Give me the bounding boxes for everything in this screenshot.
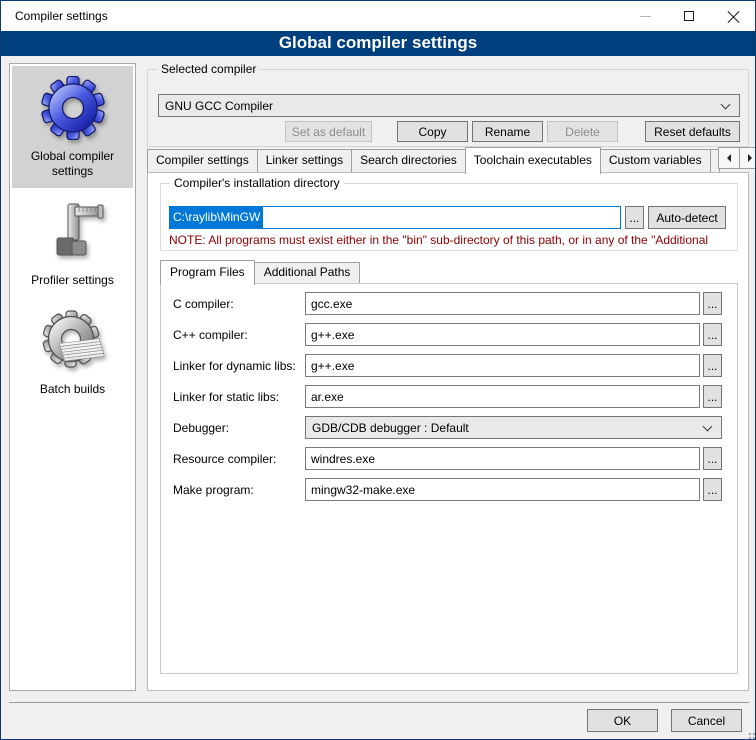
cpp-compiler-input[interactable] xyxy=(305,323,700,346)
field-row-c-compiler: C compiler: ... xyxy=(173,292,722,315)
linker-dynamic-input[interactable] xyxy=(305,354,700,377)
compiler-select-value: GNU GCC Compiler xyxy=(159,99,722,113)
field-label: Debugger: xyxy=(173,421,305,435)
sidebar-item-label: Batch builds xyxy=(40,382,105,397)
close-icon xyxy=(727,10,740,23)
titlebar: Compiler settings xyxy=(1,1,755,31)
c-compiler-input[interactable] xyxy=(305,292,700,315)
field-label: Linker for static libs: xyxy=(173,390,305,404)
field-row-make-program: Make program: ... xyxy=(173,478,722,501)
field-label: Linker for dynamic libs: xyxy=(173,359,305,373)
settings-tabbar: Compiler settings Linker settings Search… xyxy=(147,146,749,173)
selected-compiler-group-label: Selected compiler xyxy=(157,62,260,77)
triangle-left-icon xyxy=(723,154,731,162)
page-title: Global compiler settings xyxy=(1,31,755,56)
linker-dynamic-browse-button[interactable]: ... xyxy=(703,354,722,377)
compiler-settings-window: Compiler settings Global compiler settin… xyxy=(0,0,756,740)
resource-compiler-browse-button[interactable]: ... xyxy=(703,447,722,470)
rename-button[interactable]: Rename xyxy=(472,121,543,142)
copy-button[interactable]: Copy xyxy=(397,121,468,142)
compiler-group-buttons: Set as default Copy Rename Delete Reset … xyxy=(148,121,740,142)
tab-compiler-settings[interactable]: Compiler settings xyxy=(147,149,258,172)
ok-button[interactable]: OK xyxy=(587,709,658,732)
triangle-right-icon xyxy=(748,154,756,162)
toolchain-executables-panel: Compiler's installation directory C:\ray… xyxy=(147,172,749,691)
sidebar-item-label: Global compiler settings xyxy=(14,149,131,179)
maximize-icon xyxy=(684,11,694,21)
tab-additional-paths[interactable]: Additional Paths xyxy=(254,262,361,283)
selected-compiler-group: Selected compiler GNU GCC Compiler Set a… xyxy=(147,69,749,147)
program-files-tabbar: Program Files Additional Paths xyxy=(160,258,359,284)
gray-gear-papers-icon xyxy=(41,309,105,373)
tab-search-directories[interactable]: Search directories xyxy=(351,149,466,172)
linker-static-browse-button[interactable]: ... xyxy=(703,385,722,408)
maximize-button[interactable] xyxy=(667,1,711,31)
field-label: C compiler: xyxy=(173,297,305,311)
set-as-default-button: Set as default xyxy=(285,121,372,142)
tab-custom-variables[interactable]: Custom variables xyxy=(600,149,711,172)
resize-grip[interactable] xyxy=(749,733,751,735)
minimize-icon xyxy=(640,16,651,17)
bin-subdirectory-note: NOTE: All programs must exist either in … xyxy=(169,233,729,247)
sidebar-item-global-compiler-settings[interactable]: Global compiler settings xyxy=(12,66,133,188)
caliper-icon xyxy=(41,200,105,264)
auto-detect-button[interactable]: Auto-detect xyxy=(648,206,726,229)
cpp-compiler-browse-button[interactable]: ... xyxy=(703,323,722,346)
sidebar-item-label: Profiler settings xyxy=(31,273,114,288)
debugger-select[interactable]: GDB/CDB debugger : Default xyxy=(305,416,722,439)
close-button[interactable] xyxy=(711,1,755,31)
window-title: Compiler settings xyxy=(15,1,108,31)
field-label: Resource compiler: xyxy=(173,452,305,466)
tab-toolchain-executables[interactable]: Toolchain executables xyxy=(465,147,601,174)
field-label: C++ compiler: xyxy=(173,328,305,342)
delete-button: Delete xyxy=(547,121,618,142)
debugger-select-value: GDB/CDB debugger : Default xyxy=(306,421,704,435)
tab-scroll-buttons xyxy=(719,147,756,169)
blue-gear-icon xyxy=(41,76,105,140)
minimize-button[interactable] xyxy=(623,1,667,31)
program-files-panel: C compiler: ... C++ compiler: ... Linker… xyxy=(160,283,738,674)
field-label: Make program: xyxy=(173,483,305,497)
make-program-input[interactable] xyxy=(305,478,700,501)
tab-scroll-right-button[interactable] xyxy=(739,147,756,169)
installation-directory-group-label: Compiler's installation directory xyxy=(170,176,344,191)
installation-directory-selected-text: C:\raylib\MinGW xyxy=(170,207,263,228)
reset-defaults-button[interactable]: Reset defaults xyxy=(645,121,740,142)
field-row-linker-dynamic: Linker for dynamic libs: ... xyxy=(173,354,722,377)
resource-compiler-input[interactable] xyxy=(305,447,700,470)
tab-scroll-left-button[interactable] xyxy=(718,147,740,169)
tab-program-files[interactable]: Program Files xyxy=(160,260,255,285)
make-program-browse-button[interactable]: ... xyxy=(703,478,722,501)
installation-directory-input[interactable]: C:\raylib\MinGW xyxy=(169,206,621,229)
browse-directory-button[interactable]: ... xyxy=(625,206,644,229)
cancel-button[interactable]: Cancel xyxy=(671,709,742,732)
field-row-cpp-compiler: C++ compiler: ... xyxy=(173,323,722,346)
tab-linker-settings[interactable]: Linker settings xyxy=(257,149,352,172)
window-controls xyxy=(623,1,755,31)
sidebar-item-profiler-settings[interactable]: Profiler settings xyxy=(12,190,133,297)
sidebar-item-batch-builds[interactable]: Batch builds xyxy=(12,299,133,406)
compiler-select[interactable]: GNU GCC Compiler xyxy=(158,94,740,117)
c-compiler-browse-button[interactable]: ... xyxy=(703,292,722,315)
field-row-debugger: Debugger: GDB/CDB debugger : Default xyxy=(173,416,722,439)
field-row-resource-compiler: Resource compiler: ... xyxy=(173,447,722,470)
field-row-linker-static: Linker for static libs: ... xyxy=(173,385,722,408)
installation-directory-group: Compiler's installation directory C:\ray… xyxy=(160,183,738,251)
chevron-down-icon xyxy=(703,421,713,431)
linker-static-input[interactable] xyxy=(305,385,700,408)
footer-divider xyxy=(9,702,749,703)
settings-category-list: Global compiler settings xyxy=(9,63,136,691)
chevron-down-icon xyxy=(721,99,731,109)
